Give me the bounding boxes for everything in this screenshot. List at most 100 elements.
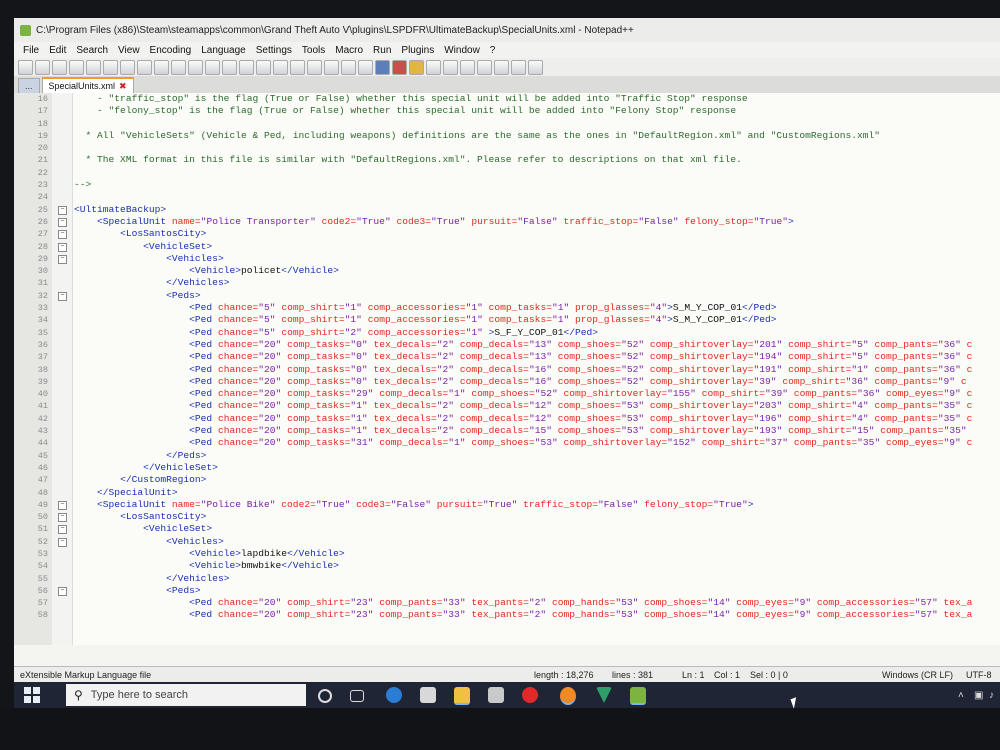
code-line[interactable]: 18 xyxy=(14,118,1000,130)
menu-item-run[interactable]: Run xyxy=(368,45,396,56)
code-line[interactable]: 26− <SpecialUnit name="Police Transporte… xyxy=(14,216,1000,228)
undo-icon[interactable] xyxy=(188,59,203,75)
code-line[interactable]: 41 <Ped chance="20" comp_tasks="1" tex_d… xyxy=(14,400,1000,412)
menu-item-encoding[interactable]: Encoding xyxy=(145,45,197,56)
code-line[interactable]: 48 </SpecialUnit> xyxy=(14,487,1000,499)
code-line[interactable]: 42 <Ped chance="20" comp_tasks="1" tex_d… xyxy=(14,413,1000,425)
close-all-icon[interactable] xyxy=(103,59,118,75)
code-line[interactable]: 37 <Ped chance="20" comp_tasks="0" tex_d… xyxy=(14,351,1000,363)
new-icon[interactable] xyxy=(18,59,33,75)
copy-icon[interactable] xyxy=(154,59,169,75)
code-line[interactable]: 38 <Ped chance="20" comp_tasks="0" tex_d… xyxy=(14,364,1000,376)
fold-toggle-icon[interactable]: − xyxy=(58,254,67,264)
code-line[interactable]: 43 <Ped chance="20" comp_tasks="1" tex_d… xyxy=(14,425,1000,437)
code-line[interactable]: 36 <Ped chance="20" comp_tasks="0" tex_d… xyxy=(14,339,1000,351)
cortana-icon[interactable] xyxy=(318,689,332,703)
code-line[interactable]: 31 </Vehicles> xyxy=(14,277,1000,289)
windows-start-icon[interactable] xyxy=(24,687,40,703)
tab-1[interactable]: SpecialUnits.xml ✖ xyxy=(41,77,134,93)
menu-item-plugins[interactable]: Plugins xyxy=(396,45,439,56)
menu-item-[interactable]: ? xyxy=(485,45,501,56)
replace-icon[interactable] xyxy=(239,59,254,75)
editor[interactable]: 16 - "traffic_stop" is the flag (True or… xyxy=(14,93,1000,645)
open-icon[interactable] xyxy=(35,59,50,75)
code-line[interactable]: 23 --> xyxy=(14,179,1000,191)
code-line[interactable]: 40 <Ped chance="20" comp_tasks="29" comp… xyxy=(14,388,1000,400)
fold-toggle-icon[interactable]: − xyxy=(58,525,67,535)
tray-chevron-icon[interactable]: ˄ xyxy=(958,690,964,701)
taskbar-search[interactable]: ⚲ Type here to search xyxy=(66,684,306,706)
code-line[interactable]: 58 <Ped chance="20" comp_shirt="23" comp… xyxy=(14,609,1000,621)
code-line[interactable]: 54 <Vehicle>bmwbike</Vehicle> xyxy=(14,560,1000,572)
zoom-in-icon[interactable] xyxy=(256,59,271,75)
fold-toggle-icon[interactable]: − xyxy=(58,242,67,252)
code-line[interactable]: 21 * The XML format in this file is simi… xyxy=(14,154,1000,166)
record-icon[interactable] xyxy=(460,59,475,75)
tab-close-icon[interactable]: ✖ xyxy=(119,81,127,92)
close-icon[interactable] xyxy=(86,59,101,75)
fold-toggle-icon[interactable]: − xyxy=(58,586,67,596)
menu-item-tools[interactable]: Tools xyxy=(297,45,330,56)
code-line[interactable]: 16 - "traffic_stop" is the flag (True or… xyxy=(14,93,1000,105)
code-line[interactable]: 50− <LosSantosCity> xyxy=(14,511,1000,523)
code-line[interactable]: 27− <LosSantosCity> xyxy=(14,228,1000,240)
fold-toggle-icon[interactable]: − xyxy=(58,537,67,547)
save-macro-icon[interactable] xyxy=(528,59,543,75)
lang-icon[interactable] xyxy=(375,59,390,75)
task-view-icon[interactable] xyxy=(350,690,364,702)
menu-item-window[interactable]: Window xyxy=(439,45,485,56)
notepadpp-taskbar-icon[interactable] xyxy=(630,687,646,705)
code-line[interactable]: 29− <Vehicles> xyxy=(14,253,1000,265)
code-area[interactable]: 16 - "traffic_stop" is the flag (True or… xyxy=(14,93,1000,622)
code-line[interactable]: 20 xyxy=(14,142,1000,154)
code-line[interactable]: 25− <UltimateBackup> xyxy=(14,204,1000,216)
menu-item-search[interactable]: Search xyxy=(71,45,113,56)
play-icon[interactable] xyxy=(494,59,509,75)
code-line[interactable]: 55 </Vehicles> xyxy=(14,573,1000,585)
code-line[interactable]: 45 </Peds> xyxy=(14,450,1000,462)
fold-toggle-icon[interactable]: − xyxy=(58,205,67,215)
code-line[interactable]: 56− <Peds> xyxy=(14,585,1000,597)
code-line[interactable]: 32− <Peds> xyxy=(14,290,1000,302)
firefox-icon[interactable] xyxy=(560,687,576,705)
menu-item-view[interactable]: View xyxy=(113,45,145,56)
code-line[interactable]: 24 xyxy=(14,191,1000,203)
stop-icon[interactable] xyxy=(477,59,492,75)
code-line[interactable]: 44 <Ped chance="20" comp_tasks="31" comp… xyxy=(14,437,1000,449)
all-chars-icon[interactable] xyxy=(341,59,356,75)
code-line[interactable]: 17 - "felony_stop" is the flag (True or … xyxy=(14,105,1000,117)
function-list-icon[interactable] xyxy=(409,59,424,75)
code-line[interactable]: 53 <Vehicle>lapdbike</Vehicle> xyxy=(14,548,1000,560)
code-line[interactable]: 30 <Vehicle>policet</Vehicle> xyxy=(14,265,1000,277)
tray-network-icon[interactable]: ▣ xyxy=(974,690,983,701)
code-line[interactable]: 33 <Ped chance="5" comp_shirt="1" comp_a… xyxy=(14,302,1000,314)
save-all-icon[interactable] xyxy=(69,59,84,75)
fold-toggle-icon[interactable]: − xyxy=(58,230,67,240)
file-explorer-icon[interactable] xyxy=(454,687,470,705)
menu-item-language[interactable]: Language xyxy=(196,45,251,56)
code-line[interactable]: 34 <Ped chance="5" comp_shirt="1" comp_a… xyxy=(14,314,1000,326)
find-icon[interactable] xyxy=(222,59,237,75)
code-line[interactable]: 28− <VehicleSet> xyxy=(14,241,1000,253)
sync-h-icon[interactable] xyxy=(307,59,322,75)
play-multi-icon[interactable] xyxy=(511,59,526,75)
folder-icon[interactable] xyxy=(426,59,441,75)
code-line[interactable]: 46 </VehicleSet> xyxy=(14,462,1000,474)
monitor-icon[interactable] xyxy=(443,59,458,75)
menu-item-settings[interactable]: Settings xyxy=(251,45,297,56)
fold-toggle-icon[interactable]: − xyxy=(58,217,67,227)
edge-icon[interactable] xyxy=(386,687,402,703)
menu-item-edit[interactable]: Edit xyxy=(44,45,71,56)
save-icon[interactable] xyxy=(52,59,67,75)
doc-map-icon[interactable] xyxy=(392,59,407,75)
code-line[interactable]: 51− <VehicleSet> xyxy=(14,523,1000,535)
tray-volume-icon[interactable]: ♪ xyxy=(989,690,994,701)
opera-icon[interactable] xyxy=(522,687,538,703)
indent-guide-icon[interactable] xyxy=(358,59,373,75)
code-line[interactable]: 49− <SpecialUnit name="Police Bike" code… xyxy=(14,499,1000,511)
code-line[interactable]: 19 * All "VehicleSets" (Vehicle & Ped, i… xyxy=(14,130,1000,142)
cut-icon[interactable] xyxy=(137,59,152,75)
print-icon[interactable] xyxy=(120,59,135,75)
mail-icon[interactable] xyxy=(488,687,504,703)
code-line[interactable]: 47 </CustomRegion> xyxy=(14,474,1000,486)
